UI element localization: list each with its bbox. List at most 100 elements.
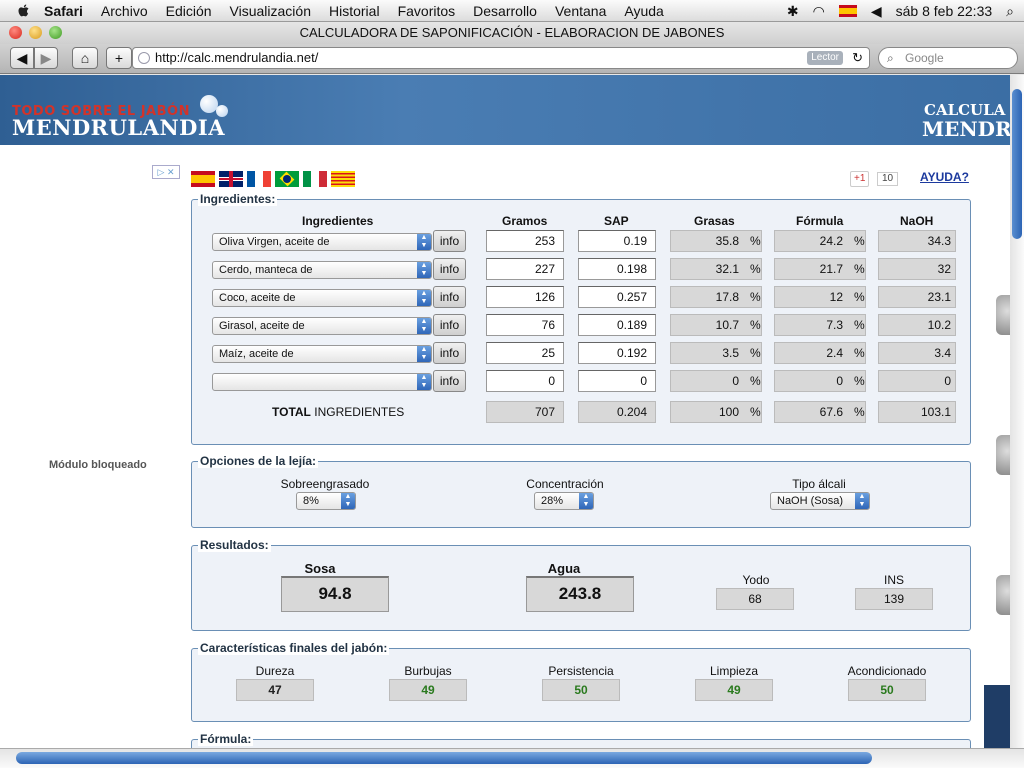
sap-input[interactable]: 0.189 xyxy=(578,314,656,336)
grams-input[interactable]: 25 xyxy=(486,342,564,364)
formula-pct: % xyxy=(854,318,865,332)
info-button[interactable]: info xyxy=(433,370,466,392)
info-button[interactable]: info xyxy=(433,230,466,252)
lye-options-section: Opciones de la lejía: Sobreengrasado 8% ▲… xyxy=(191,454,971,528)
flag-ca-icon[interactable] xyxy=(331,171,355,187)
info-button[interactable]: info xyxy=(433,286,466,308)
ingredient-select[interactable]: ▲ ▼ xyxy=(212,373,432,391)
info-button[interactable]: info xyxy=(433,342,466,364)
grams-input[interactable]: 76 xyxy=(486,314,564,336)
info-button[interactable]: info xyxy=(433,258,466,280)
menu-visualizacion[interactable]: Visualización xyxy=(230,3,311,19)
grams-input[interactable]: 227 xyxy=(486,258,564,280)
ingredient-name: Cerdo, manteca de xyxy=(219,264,313,276)
grams-input[interactable]: 253 xyxy=(486,230,564,252)
sosa-label: Sosa xyxy=(304,561,336,576)
fats-pct: % xyxy=(750,318,761,332)
menu-ayuda[interactable]: Ayuda xyxy=(624,3,663,19)
grams-input[interactable]: 0 xyxy=(486,370,564,392)
menu-edicion[interactable]: Edición xyxy=(166,3,212,19)
spotlight-icon[interactable]: ⌕ xyxy=(1006,3,1014,20)
google-plus-button[interactable]: +1 xyxy=(850,171,870,187)
grams-input[interactable]: 126 xyxy=(486,286,564,308)
sap-input[interactable]: 0 xyxy=(578,370,656,392)
forward-button[interactable]: ▶ xyxy=(34,47,58,69)
ingredient-select[interactable]: Cerdo, manteca de ▲ ▼ xyxy=(212,261,432,279)
formula-pct: % xyxy=(854,346,865,360)
menu-app-name[interactable]: Safari xyxy=(44,3,83,19)
site-banner: TODO SOBRE EL JABÓN MENDRULANDIA CALCULA… xyxy=(0,75,1010,145)
total-fats: 100 xyxy=(670,401,762,423)
lye-legend: Opciones de la lejía: xyxy=(198,454,319,468)
menu-desarrollo[interactable]: Desarrollo xyxy=(473,3,537,19)
vertical-scrollbar[interactable] xyxy=(1010,75,1024,748)
total-sap: 0.204 xyxy=(578,401,656,423)
clock[interactable]: sáb 8 feb 22:33 xyxy=(896,3,993,19)
sap-input[interactable]: 0.192 xyxy=(578,342,656,364)
formula-value: 12 xyxy=(774,286,866,308)
help-link[interactable]: AYUDA? xyxy=(920,170,969,184)
horizontal-scroll-thumb[interactable] xyxy=(16,752,872,764)
superfat-label: Sobreengrasado xyxy=(280,477,370,491)
reload-icon[interactable]: ↻ xyxy=(852,48,863,68)
naoh-value: 3.4 xyxy=(878,342,956,364)
search-field[interactable]: ⌕ Google xyxy=(878,47,1018,69)
agua-label: Agua xyxy=(547,561,581,576)
back-button[interactable]: ◀ xyxy=(10,47,34,69)
concentration-select[interactable]: 28% ▲ ▼ xyxy=(534,492,594,510)
info-button[interactable]: info xyxy=(433,314,466,336)
flag-en-icon[interactable] xyxy=(219,171,243,187)
bluetooth-icon[interactable]: ✱ xyxy=(787,3,799,20)
browser-toolbar: ◀ ▶ ⌂ + http://calc.mendrulandia.net/ Le… xyxy=(0,44,1024,74)
ingredients-section: Ingredientes: Ingredientes Gramos SAP Gr… xyxy=(191,192,971,445)
concentration-label: Concentración xyxy=(526,477,604,491)
sap-input[interactable]: 0.19 xyxy=(578,230,656,252)
feature-value: 49 xyxy=(389,679,467,701)
feature-label: Limpieza xyxy=(709,664,759,678)
ingredient-select[interactable]: Coco, aceite de ▲ ▼ xyxy=(212,289,432,307)
add-bookmark-button[interactable]: + xyxy=(106,47,132,69)
feature-label: Acondicionado xyxy=(847,664,927,678)
agua-value: 243.8 xyxy=(526,576,634,612)
header-formula: Fórmula xyxy=(796,214,844,228)
window-title: CALCULADORA DE SAPONIFICACIÓN - ELABORAC… xyxy=(299,25,725,40)
vertical-scroll-thumb[interactable] xyxy=(1012,89,1022,239)
naoh-value: 32 xyxy=(878,258,956,280)
horizontal-scrollbar[interactable] xyxy=(0,748,1024,768)
formula-value: 7.3 xyxy=(774,314,866,336)
wifi-icon[interactable]: ◠ xyxy=(813,3,825,20)
fats-value: 0 xyxy=(670,370,762,392)
close-window-button[interactable] xyxy=(9,26,22,39)
apple-menu-icon[interactable] xyxy=(16,3,32,19)
menu-ventana[interactable]: Ventana xyxy=(555,3,606,19)
ad-choices-icon[interactable]: ▷ ✕ xyxy=(152,165,180,179)
input-source-flag-icon[interactable] xyxy=(838,5,857,17)
total-label-bold: TOTAL xyxy=(272,405,311,419)
alkali-select[interactable]: NaOH (Sosa) ▲ ▼ xyxy=(770,492,870,510)
feature-value: 50 xyxy=(542,679,620,701)
right-edge-decoration xyxy=(996,295,1010,335)
flag-es-icon[interactable] xyxy=(191,171,215,187)
ingredient-select[interactable]: Maíz, aceite de ▲ ▼ xyxy=(212,345,432,363)
zoom-window-button[interactable] xyxy=(49,26,62,39)
minimize-window-button[interactable] xyxy=(29,26,42,39)
home-button[interactable]: ⌂ xyxy=(72,47,98,69)
ingredient-select[interactable]: Oliva Virgen, aceite de ▲ ▼ xyxy=(212,233,432,251)
menu-historial[interactable]: Historial xyxy=(329,3,380,19)
sap-input[interactable]: 0.198 xyxy=(578,258,656,280)
reader-button[interactable]: Lector xyxy=(807,51,843,65)
ingredient-select[interactable]: Girasol, aceite de ▲ ▼ xyxy=(212,317,432,335)
flag-br-icon[interactable] xyxy=(275,171,299,187)
menu-archivo[interactable]: Archivo xyxy=(101,3,148,19)
chevron-updown-icon: ▲ ▼ xyxy=(417,234,431,250)
superfat-select[interactable]: 8% ▲ ▼ xyxy=(296,492,356,510)
chevron-updown-icon: ▲ ▼ xyxy=(417,262,431,278)
sap-input[interactable]: 0.257 xyxy=(578,286,656,308)
site-logo[interactable]: MENDRULANDIA xyxy=(12,115,225,140)
ingredient-name: Maíz, aceite de xyxy=(219,348,294,360)
menu-favoritos[interactable]: Favoritos xyxy=(398,3,456,19)
flag-fr-icon[interactable] xyxy=(247,171,271,187)
volume-icon[interactable]: ◀ xyxy=(871,3,882,20)
address-bar[interactable]: http://calc.mendrulandia.net/ Lector ↻ xyxy=(132,47,870,69)
flag-it-icon[interactable] xyxy=(303,171,327,187)
